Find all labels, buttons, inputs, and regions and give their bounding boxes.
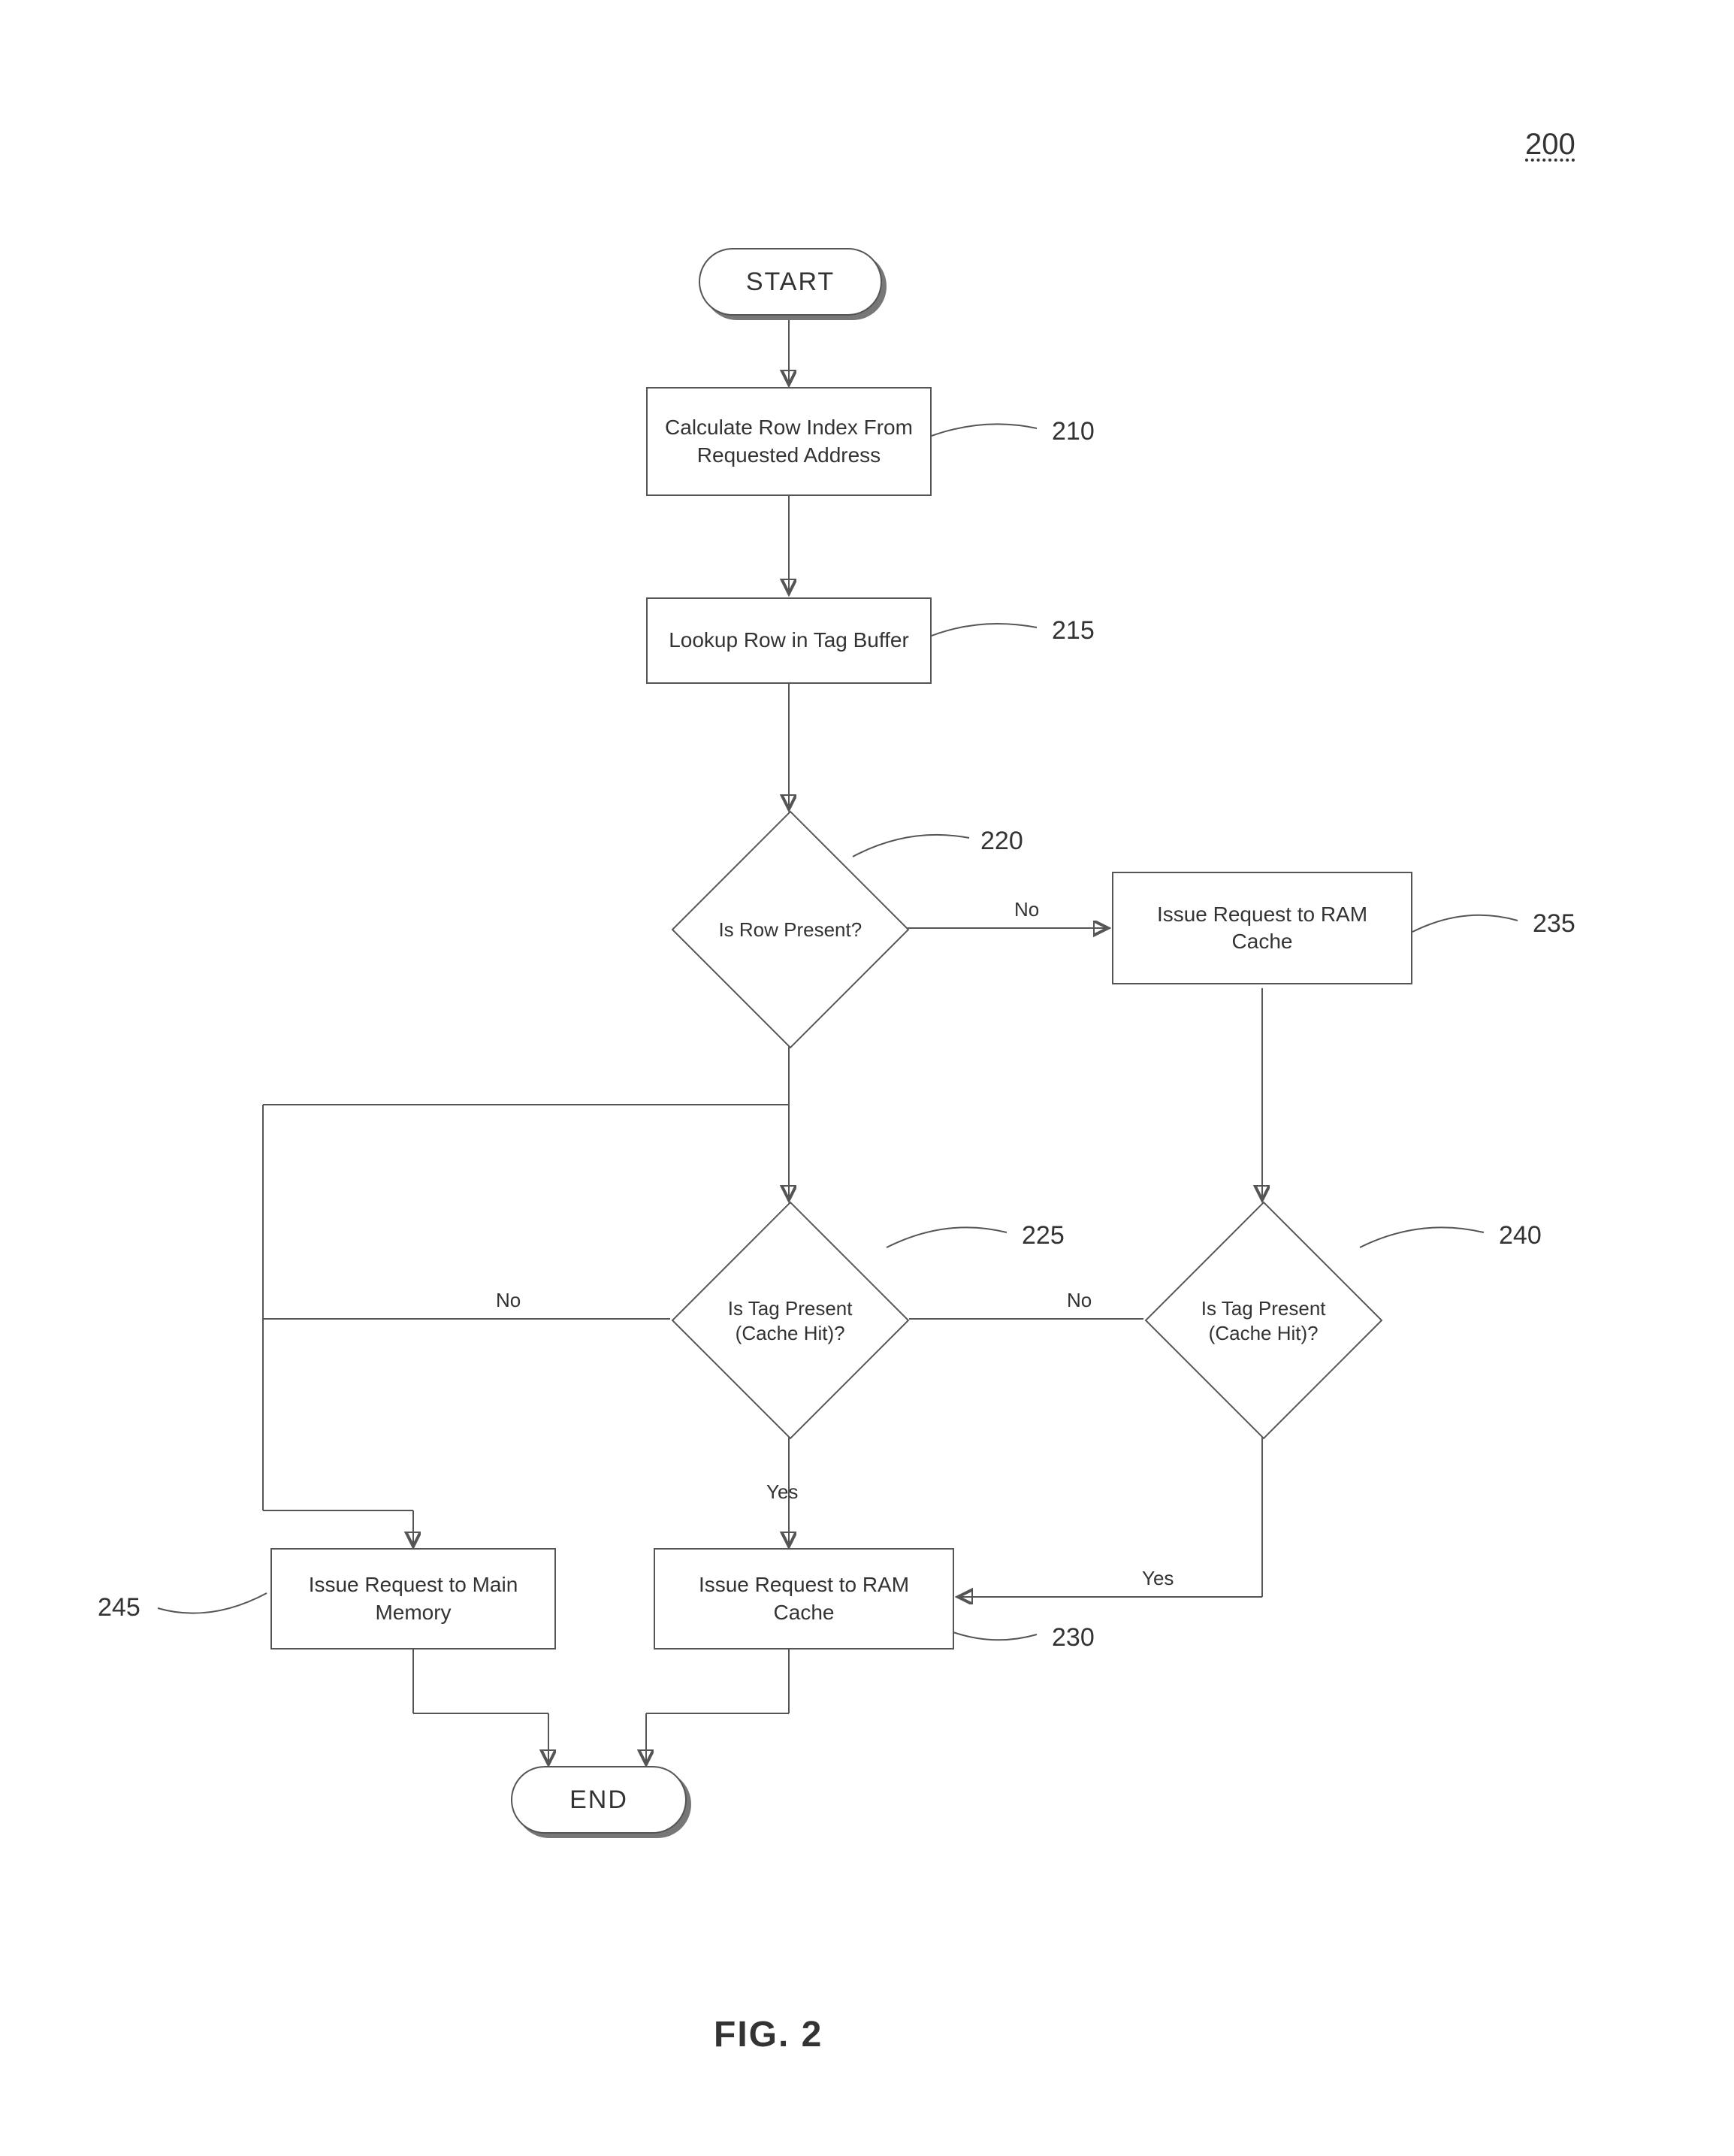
ref-220: 220 [980, 827, 1023, 856]
end-terminator: END [511, 1766, 687, 1834]
ref-225: 225 [1022, 1221, 1065, 1250]
process-issue-main-memory: Issue Request to Main Memory [270, 1548, 556, 1650]
start-label: START [746, 268, 835, 297]
edge-tag225-no: No [496, 1289, 521, 1312]
decision-tag-present-225: Is Tag Present (Cache Hit)? [672, 1202, 910, 1440]
end-label: END [569, 1786, 628, 1815]
process-calc-row-index: Calculate Row Index From Requested Addre… [646, 387, 932, 496]
process-issue-ram-235: Issue Request to RAM Cache [1112, 872, 1412, 984]
process-lookup-row: Lookup Row in Tag Buffer [646, 597, 932, 684]
start-terminator: START [699, 248, 882, 316]
edge-tag240-no: No [1067, 1289, 1092, 1312]
edge-tag240-yes: Yes [1142, 1567, 1174, 1590]
edge-row-present-no: No [1014, 898, 1039, 921]
ref-235: 235 [1533, 909, 1575, 939]
ref-210: 210 [1052, 417, 1095, 446]
decision-tag-225-label: Is Tag Present (Cache Hit)? [708, 1296, 873, 1345]
connectors [0, 0, 1734, 2156]
figure-number-top: 200 [1525, 128, 1575, 162]
process-issue-ram-230: Issue Request to RAM Cache [654, 1548, 954, 1650]
ref-240: 240 [1499, 1221, 1542, 1250]
ref-245: 245 [98, 1593, 140, 1622]
decision-row-present-label: Is Row Present? [708, 918, 873, 942]
decision-row-present: Is Row Present? [672, 811, 910, 1049]
figure-page: 200 [0, 0, 1734, 2156]
ref-230: 230 [1052, 1623, 1095, 1653]
ref-215: 215 [1052, 616, 1095, 646]
edge-tag225-yes: Yes [766, 1480, 798, 1504]
decision-tag-240-label: Is Tag Present (Cache Hit)? [1181, 1296, 1346, 1345]
decision-tag-present-240: Is Tag Present (Cache Hit)? [1145, 1202, 1383, 1440]
figure-caption: FIG. 2 [714, 2014, 823, 2055]
